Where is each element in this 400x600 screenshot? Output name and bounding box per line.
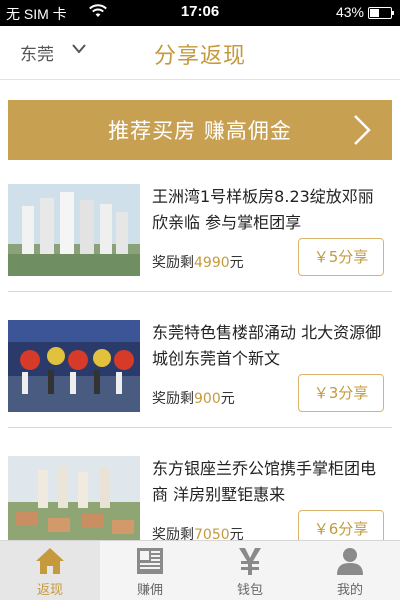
tab-wallet[interactable]: 钱包 xyxy=(200,541,300,600)
divider xyxy=(8,427,392,428)
user-icon xyxy=(337,548,363,575)
home-icon xyxy=(36,548,64,574)
tab-label: 钱包 xyxy=(236,583,263,598)
chevron-right-icon xyxy=(354,115,371,145)
reward-remaining: 奖励剩900元 xyxy=(152,391,235,407)
property-thumbnail xyxy=(8,456,140,548)
tab-cashback[interactable]: 返现 xyxy=(0,541,100,600)
battery-percent: 43% xyxy=(335,4,364,20)
reward-remaining: 奖励剩4990元 xyxy=(152,255,244,271)
newspaper-icon xyxy=(137,548,163,574)
property-thumbnail xyxy=(8,320,140,412)
share-button[interactable]: ￥3分享 xyxy=(298,374,384,412)
reward-amount: 900 xyxy=(194,391,221,407)
tab-commission[interactable]: 赚佣 xyxy=(100,541,200,600)
list-item[interactable]: 东莞特色售楼部涌动 北大资源御城创东莞首个新文 奖励剩900元 ￥3分享 xyxy=(8,308,392,438)
tab-bar: 返现 赚佣 钱包 我的 xyxy=(0,540,400,600)
referral-banner[interactable]: 推荐买房 赚高佣金 xyxy=(8,100,392,160)
tab-label: 赚佣 xyxy=(136,583,163,598)
nav-bar: 东莞 分享返现 xyxy=(0,26,400,80)
item-title[interactable]: 东莞特色售楼部涌动 北大资源御城创东莞首个新文 xyxy=(152,320,384,372)
tab-profile[interactable]: 我的 xyxy=(300,541,400,600)
item-title[interactable]: 东方银座兰乔公馆携手掌柜团电商 洋房别墅钜惠来 xyxy=(152,456,384,508)
tab-label: 我的 xyxy=(336,583,363,598)
battery-icon xyxy=(368,7,394,19)
share-button[interactable]: ￥5分享 xyxy=(298,238,384,276)
tab-label: 返现 xyxy=(36,583,63,598)
page-title: 分享返现 xyxy=(153,44,246,69)
reward-amount: 4990 xyxy=(194,255,230,271)
divider xyxy=(8,291,392,292)
list-item[interactable]: 王洲湾1号样板房8.23绽放邓丽欣亲临 参与掌柜团享 奖励剩4990元 ￥5分享 xyxy=(8,172,392,302)
property-thumbnail xyxy=(8,184,140,276)
battery-level xyxy=(370,9,379,17)
item-title[interactable]: 王洲湾1号样板房8.23绽放邓丽欣亲临 参与掌柜团享 xyxy=(152,184,384,236)
banner-text: 推荐买房 赚高佣金 xyxy=(108,119,292,143)
yen-icon xyxy=(239,548,261,575)
status-bar: 无 SIM 卡 17:06 43% xyxy=(0,0,400,26)
